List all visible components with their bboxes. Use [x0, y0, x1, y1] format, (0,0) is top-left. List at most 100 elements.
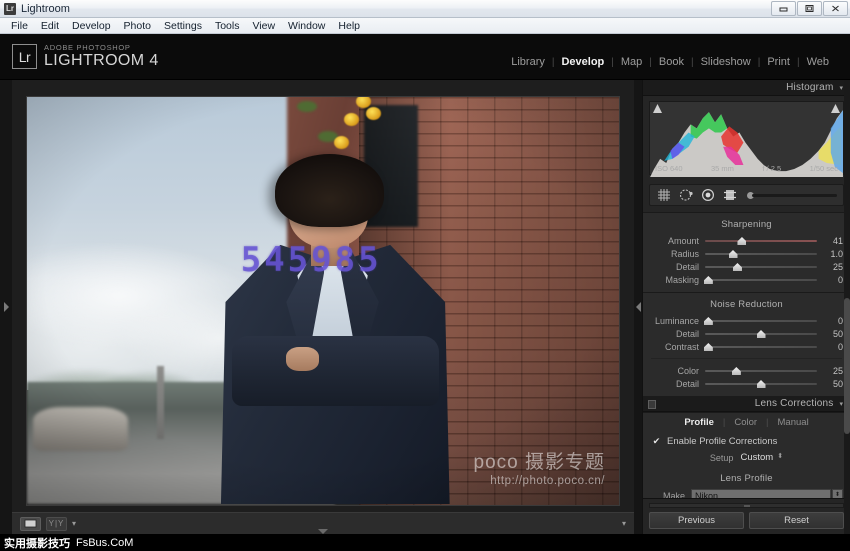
slider-luminance-detail[interactable]: Detail 50 — [643, 327, 850, 340]
scrollbar-thumb[interactable] — [844, 297, 850, 435]
lens-make-row[interactable]: Make Nikon ⬍ — [643, 488, 850, 498]
slider-track[interactable] — [705, 346, 817, 348]
histogram-iso: ISO 640 — [655, 164, 683, 173]
histogram-aperture: f / 2.5 — [762, 164, 782, 173]
slider-track[interactable] — [705, 320, 817, 322]
menu-item-develop[interactable]: Develop — [66, 19, 117, 33]
menu-item-tools[interactable]: Tools — [209, 19, 246, 33]
window-title-bar: Lr Lightroom — [0, 0, 850, 18]
slider-radius[interactable]: Radius 1.0 — [643, 247, 850, 260]
slider-value[interactable]: 25 — [817, 262, 843, 272]
status-watermark: 实用摄影技巧 FsBus.CoM — [0, 534, 142, 551]
slider-track[interactable] — [705, 266, 817, 268]
right-panel: Histogram ▾ ISO 640 35 mm f / 2.5 1/50 s… — [642, 80, 850, 534]
slider-knob[interactable] — [732, 263, 742, 271]
close-button[interactable] — [823, 1, 848, 16]
module-map[interactable]: Map — [614, 56, 649, 68]
module-library[interactable]: Library — [504, 56, 552, 68]
adjustment-brush-icon[interactable] — [747, 191, 837, 199]
menu-item-photo[interactable]: Photo — [118, 19, 157, 33]
stepper-icon[interactable]: ⬍ — [777, 453, 783, 460]
slider-luminance[interactable]: Luminance 0 — [643, 314, 850, 327]
slider-track[interactable] — [705, 253, 817, 255]
slider-track[interactable] — [705, 370, 817, 372]
lens-corrections-header[interactable]: Lens Corrections ▾ — [643, 396, 850, 412]
chevron-down-icon[interactable]: ▾ — [839, 400, 843, 408]
minimize-button[interactable] — [771, 1, 796, 16]
slider-knob[interactable] — [756, 380, 766, 388]
slider-detail[interactable]: Detail 25 — [643, 260, 850, 273]
tab-profile[interactable]: Profile — [677, 417, 721, 428]
slider-color[interactable]: Color 25 — [643, 364, 850, 377]
slider-value[interactable]: 25 — [817, 366, 843, 376]
maximize-button[interactable] — [797, 1, 822, 16]
right-panel-toggle[interactable] — [634, 80, 642, 534]
slider-value[interactable]: 41 — [817, 236, 843, 246]
module-print[interactable]: Print — [760, 56, 797, 68]
chevron-down-icon[interactable]: ▾ — [72, 519, 76, 528]
chevron-right-icon — [3, 302, 9, 312]
module-develop[interactable]: Develop — [554, 56, 611, 68]
watermark-url: http://photo.poco.cn/ — [490, 474, 605, 487]
brush-track[interactable] — [752, 193, 837, 197]
slider-value[interactable]: 0 — [817, 316, 843, 326]
checkbox-checked-icon[interactable]: ✔ — [652, 437, 661, 446]
toolbar-options[interactable]: ▾ — [622, 519, 626, 528]
slider-masking[interactable]: Masking 0 — [643, 273, 850, 286]
red-eye-correction-icon[interactable] — [700, 188, 715, 203]
slider-knob[interactable] — [728, 250, 738, 258]
chevron-down-icon[interactable]: ▾ — [839, 84, 843, 92]
slider-value[interactable]: 0 — [817, 342, 843, 352]
right-panel-footer: Previous Reset — [643, 498, 850, 534]
lens-make-stepper-icon[interactable]: ⬍ — [832, 489, 843, 498]
graduated-filter-icon[interactable] — [722, 188, 737, 203]
setup-value[interactable]: Custom — [740, 452, 773, 463]
histogram-graph[interactable]: ISO 640 35 mm f / 2.5 1/50 sec — [649, 101, 844, 178]
reset-button[interactable]: Reset — [749, 512, 844, 529]
tab-manual[interactable]: Manual — [771, 417, 816, 428]
slider-track[interactable] — [705, 240, 817, 242]
panel-switch-icon[interactable] — [648, 400, 656, 409]
photo-frame[interactable]: 545985 poco 摄影专题 http://photo.poco.cn/ — [27, 96, 619, 505]
slider-amount[interactable]: Amount 41 — [643, 234, 850, 247]
slider-value[interactable]: 1.0 — [817, 249, 843, 259]
module-slideshow[interactable]: Slideshow — [694, 56, 758, 68]
identity-plate[interactable]: Lr ADOBE PHOTOSHOP LIGHTROOM 4 — [12, 44, 159, 70]
slider-knob[interactable] — [703, 317, 713, 325]
divider — [651, 358, 842, 359]
left-panel-toggle[interactable] — [0, 80, 12, 534]
slider-value[interactable]: 0 — [817, 275, 843, 285]
module-book[interactable]: Book — [652, 56, 691, 68]
slider-knob[interactable] — [737, 237, 747, 245]
panel-resize-handle[interactable] — [649, 503, 844, 508]
histogram-panel-header[interactable]: Histogram ▾ — [643, 80, 850, 96]
toolbar-chevron-down-icon[interactable]: ▾ — [622, 519, 626, 528]
right-panel-scrollbar[interactable] — [844, 80, 850, 534]
menu-item-window[interactable]: Window — [282, 19, 331, 33]
slider-knob[interactable] — [756, 330, 766, 338]
enable-profile-corrections-row[interactable]: ✔ Enable Profile Corrections — [643, 433, 850, 450]
lens-make-value[interactable]: Nikon — [691, 489, 831, 498]
module-web[interactable]: Web — [800, 56, 836, 68]
slider-track[interactable] — [705, 279, 817, 281]
setup-label: Setup — [709, 452, 734, 463]
slider-luminance-contrast[interactable]: Contrast 0 — [643, 340, 850, 353]
menu-item-settings[interactable]: Settings — [158, 19, 208, 33]
tab-color[interactable]: Color — [727, 417, 764, 428]
menu-item-help[interactable]: Help — [332, 19, 366, 33]
slider-knob[interactable] — [703, 343, 713, 351]
slider-value[interactable]: 50 — [817, 329, 843, 339]
setup-row[interactable]: Setup Custom ⬍ — [643, 450, 850, 468]
slider-value[interactable]: 50 — [817, 379, 843, 389]
menu-item-file[interactable]: File — [5, 19, 34, 33]
menu-item-edit[interactable]: Edit — [35, 19, 65, 33]
slider-color-detail[interactable]: Detail 50 — [643, 377, 850, 390]
image-canvas[interactable]: 545985 poco 摄影专题 http://photo.poco.cn/ — [12, 80, 634, 512]
chevron-left-icon — [635, 302, 641, 312]
slider-knob[interactable] — [731, 367, 741, 375]
previous-button[interactable]: Previous — [649, 512, 744, 529]
spot-removal-icon[interactable] — [678, 188, 693, 203]
menu-item-view[interactable]: View — [246, 19, 281, 33]
crop-overlay-icon[interactable] — [656, 188, 671, 203]
slider-knob[interactable] — [703, 276, 713, 284]
